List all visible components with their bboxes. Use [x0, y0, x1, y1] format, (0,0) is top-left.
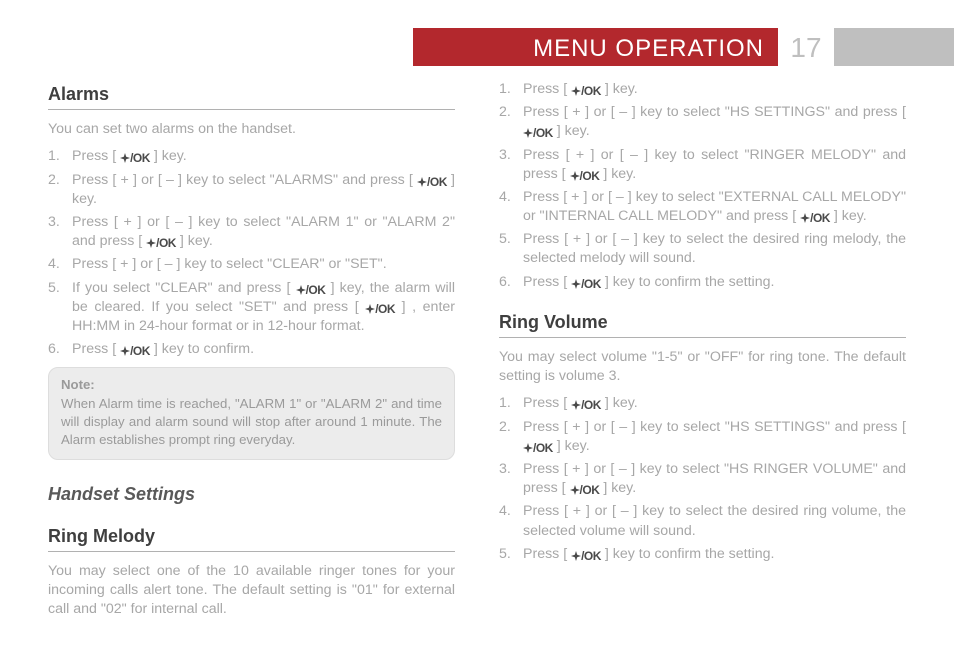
list-item: Press [ + ] or [ – ] key to select the d…: [499, 502, 906, 540]
ring-melody-heading: Ring Melody: [48, 524, 455, 552]
menu-ok-icon: /OK: [571, 276, 601, 292]
list-item: Press [ + ] or [ – ] key to select "ALAR…: [48, 171, 455, 209]
ring-melody-steps: Press [ /OK ] key. Press [ + ] or [ – ] k…: [499, 80, 906, 292]
menu-ok-icon: /OK: [296, 282, 326, 298]
list-item: Press [ /OK ] key to confirm the setting…: [499, 545, 906, 564]
menu-ok-icon: /OK: [570, 482, 600, 498]
menu-ok-icon: /OK: [571, 83, 601, 99]
ring-volume-heading: Ring Volume: [499, 310, 906, 338]
menu-ok-icon: /OK: [570, 168, 600, 184]
menu-ok-icon: /OK: [523, 440, 553, 456]
alarms-heading: Alarms: [48, 82, 455, 110]
note-body: When Alarm time is reached, "ALARM 1" or…: [61, 396, 442, 447]
list-item: Press [ + ] or [ – ] key to select the d…: [499, 230, 906, 268]
alarms-intro: You can set two alarms on the handset.: [48, 120, 455, 139]
menu-ok-icon: /OK: [800, 210, 830, 226]
menu-ok-icon: /OK: [417, 174, 447, 190]
list-item: Press [ + ] or [ – ] key to select "EXTE…: [499, 188, 906, 226]
list-item: Press [ + ] or [ – ] key to select "HS S…: [499, 103, 906, 141]
menu-ok-icon: /OK: [571, 397, 601, 413]
list-item: If you select "CLEAR" and press [ /OK ] …: [48, 279, 455, 337]
alarms-note: Note: When Alarm time is reached, "ALARM…: [48, 367, 455, 459]
list-item: Press [ + ] or [ – ] key to select "RING…: [499, 146, 906, 184]
list-item: Press [ /OK ] key to confirm.: [48, 340, 455, 359]
page-number: 17: [778, 28, 834, 66]
header-title: MENU OPERATION: [413, 28, 778, 66]
header-tab: [834, 28, 954, 66]
ring-volume-intro: You may select volume "1-5" or "OFF" for…: [499, 348, 906, 386]
list-item: Press [ /OK ] key.: [48, 147, 455, 166]
menu-ok-icon: /OK: [523, 125, 553, 141]
page-body: Alarms You can set two alarms on the han…: [48, 80, 906, 635]
ring-melody-intro: You may select one of the 10 available r…: [48, 562, 455, 620]
list-item: Press [ + ] or [ – ] key to select "HS S…: [499, 418, 906, 456]
alarms-steps: Press [ /OK ] key. Press [ + ] or [ – ] k…: [48, 147, 455, 359]
list-item: Press [ /OK ] key to confirm the setting…: [499, 273, 906, 292]
menu-ok-icon: /OK: [571, 548, 601, 564]
list-item: Press [ + ] or [ – ] key to select "CLEA…: [48, 255, 455, 274]
handset-settings-heading: Handset Settings: [48, 482, 455, 506]
list-item: Press [ /OK ] key.: [499, 80, 906, 99]
menu-ok-icon: /OK: [146, 235, 176, 251]
list-item: Press [ + ] or [ – ] key to select "ALAR…: [48, 213, 455, 251]
list-item: Press [ /OK ] key.: [499, 394, 906, 413]
menu-ok-icon: /OK: [120, 343, 150, 359]
note-label: Note:: [61, 376, 442, 394]
menu-ok-icon: /OK: [120, 150, 150, 166]
menu-ok-icon: /OK: [365, 301, 395, 317]
list-item: Press [ + ] or [ – ] key to select "HS R…: [499, 460, 906, 498]
page-header: MENU OPERATION 17: [413, 28, 954, 66]
ring-volume-steps: Press [ /OK ] key. Press [ + ] or [ – ] k…: [499, 394, 906, 563]
